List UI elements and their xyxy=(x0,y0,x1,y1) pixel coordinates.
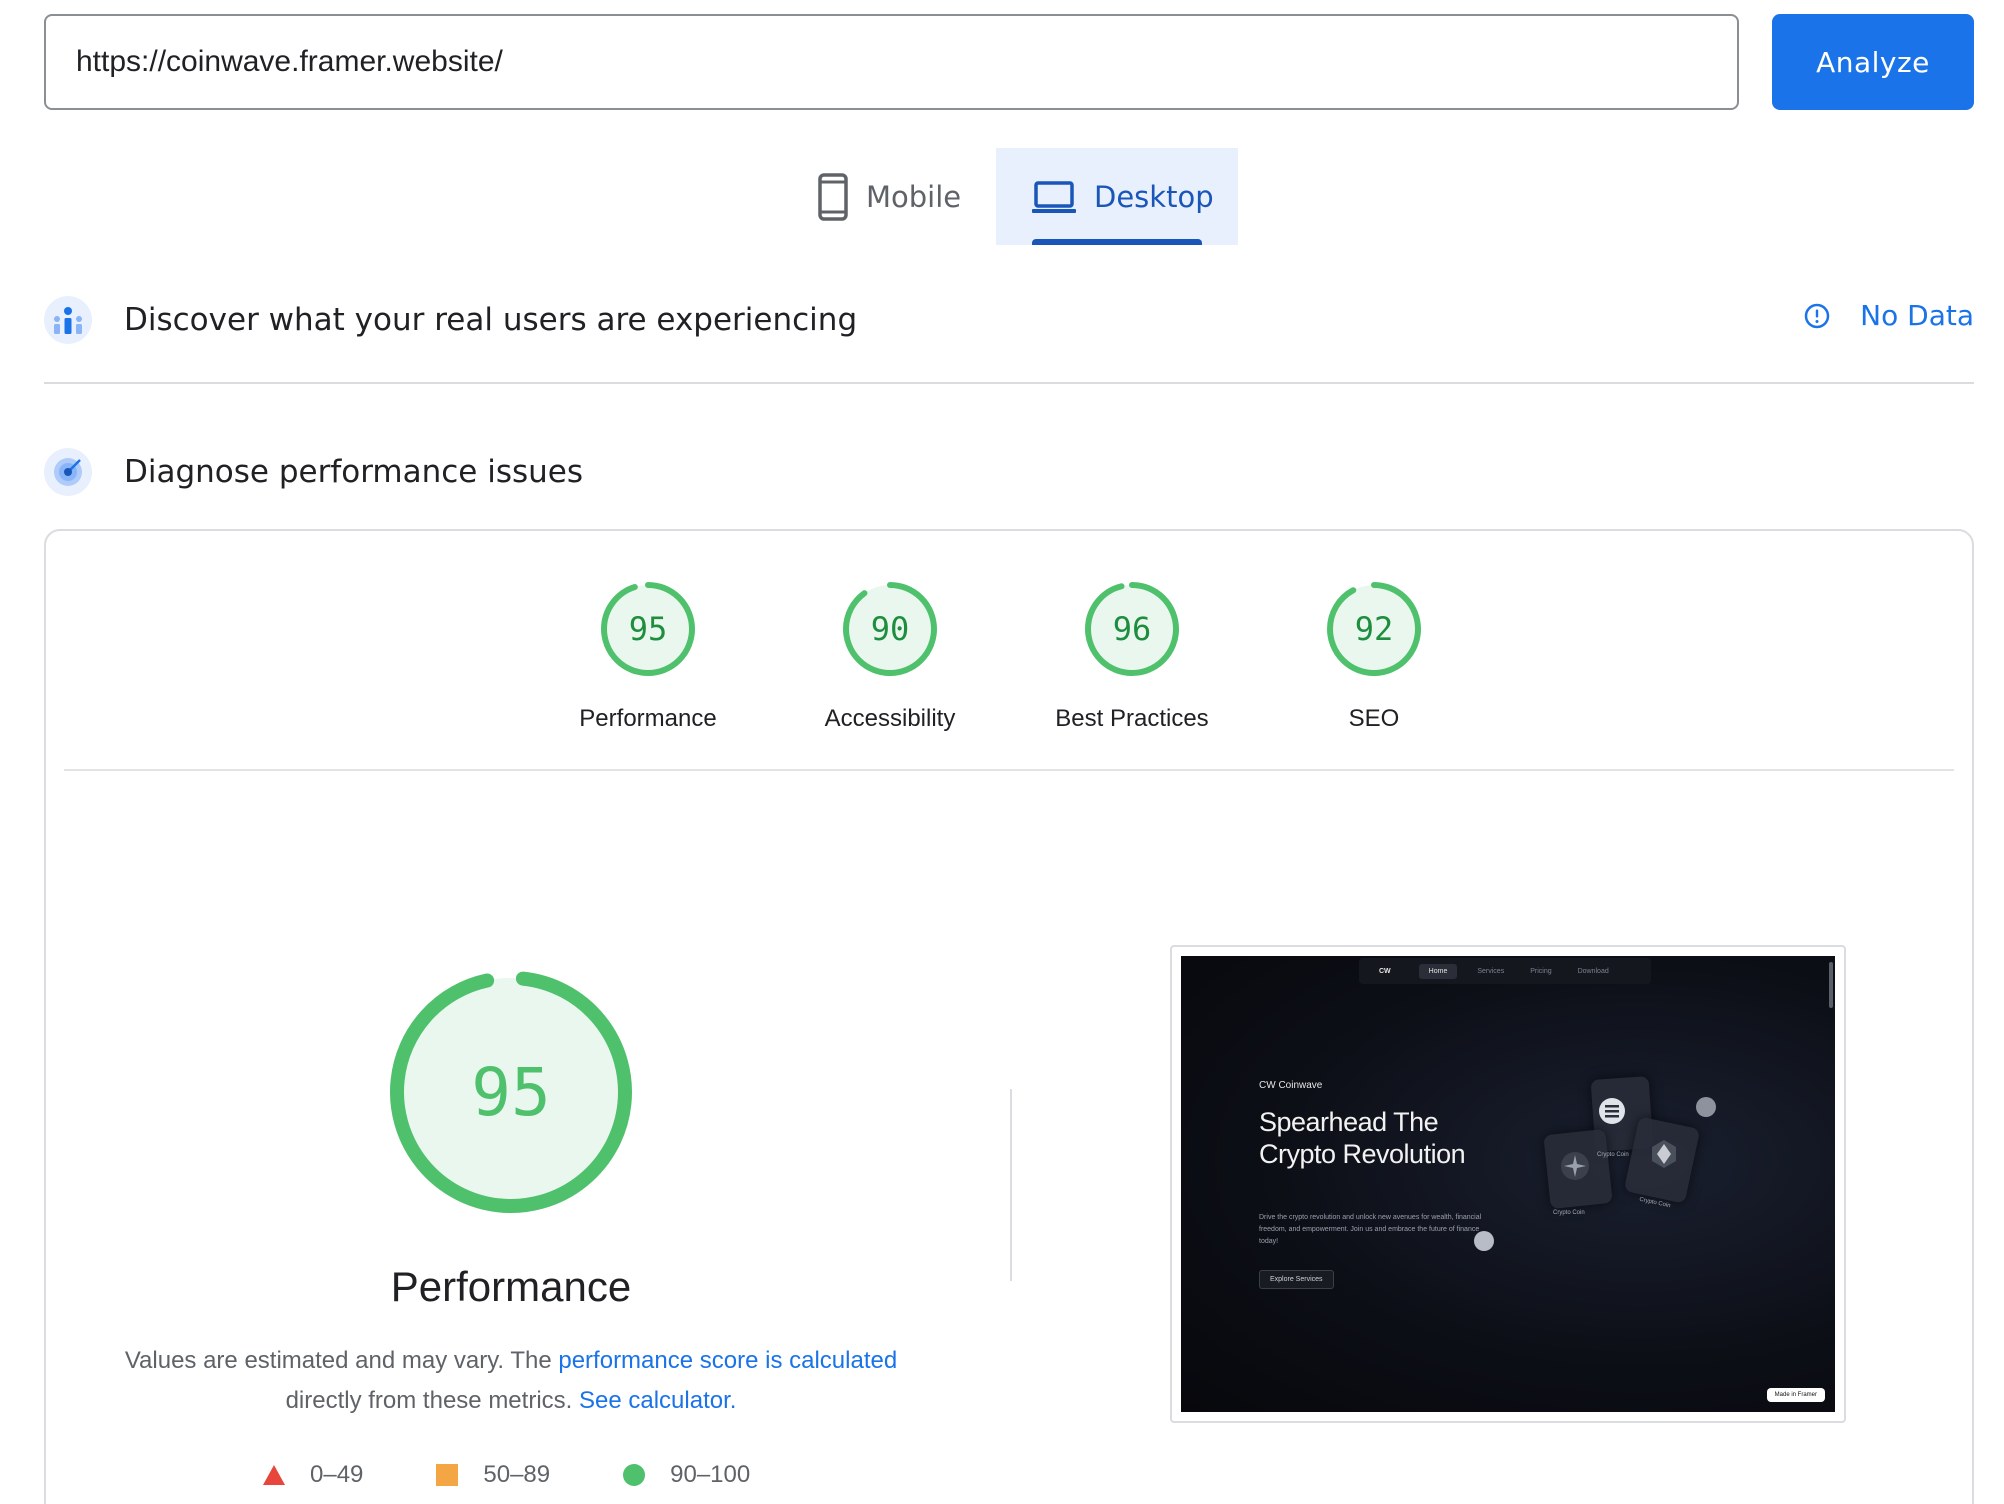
score-legend: 0–49 50–89 90–100 xyxy=(262,1461,822,1489)
gauge-ring: 95 xyxy=(601,582,695,676)
preview-nav-item: Pricing xyxy=(1530,967,1552,975)
performance-big-gauge: 95 xyxy=(386,967,686,1222)
preview-nav-item: Services xyxy=(1477,967,1505,975)
tab-desktop-label: Desktop xyxy=(1094,179,1214,214)
real-users-title: Discover what your real users are experi… xyxy=(124,302,858,338)
gauge-ring: 90 xyxy=(843,582,937,676)
coin-icon xyxy=(1696,1097,1716,1117)
preview-nav-item: Download xyxy=(1577,967,1609,975)
legend-item-fail: 0–49 xyxy=(262,1461,363,1489)
preview-coin-label: Crypto Coin xyxy=(1553,1210,1585,1216)
legend-range: 50–89 xyxy=(483,1461,551,1488)
screenshot-preview: CW Home Services Pricing Download CW Coi… xyxy=(1181,956,1835,1412)
tab-mobile-label: Mobile xyxy=(866,179,962,214)
coin-icon xyxy=(1474,1231,1494,1251)
coin-icon xyxy=(1599,1098,1625,1124)
smartphone-icon xyxy=(818,172,848,221)
speedometer-icon xyxy=(44,448,92,496)
gauge-label: Performance xyxy=(579,705,717,732)
score-calculated-link[interactable]: performance score is calculated xyxy=(558,1347,897,1374)
preview-coin-label: Crypto Coin xyxy=(1597,1152,1629,1158)
preview-nav-item: Home xyxy=(1418,963,1458,979)
legend-item-pass: 90–100 xyxy=(622,1461,750,1489)
card-divider xyxy=(64,769,1954,771)
preview-nav-logo: CW xyxy=(1379,967,1391,975)
preview-button: Explore Services xyxy=(1259,1270,1334,1289)
preview-framer-badge: Made in Framer xyxy=(1766,1388,1825,1402)
legend-range: 90–100 xyxy=(670,1461,751,1488)
score-gauge-best-practices[interactable]: 96 Best Practices xyxy=(1032,579,1232,733)
preview-scrollbar xyxy=(1829,962,1833,1008)
diagnose-title: Diagnose performance issues xyxy=(124,454,584,490)
gauge-value: 92 xyxy=(1355,610,1394,648)
no-data-status[interactable]: No Data xyxy=(1804,299,1974,332)
big-gauge-ring: 95 xyxy=(390,971,632,1213)
laptop-icon xyxy=(1032,180,1076,213)
triangle-icon xyxy=(263,1465,285,1485)
note-text: directly from these metrics. xyxy=(285,1387,579,1414)
page-screenshot[interactable]: CW Home Services Pricing Download CW Coi… xyxy=(1170,945,1846,1423)
gauge-value: 96 xyxy=(1113,610,1152,648)
tab-active-indicator xyxy=(1032,239,1202,245)
score-gauge-accessibility[interactable]: 90 Accessibility xyxy=(790,579,990,733)
coin-icon xyxy=(1561,1152,1589,1180)
big-gauge-value: 95 xyxy=(471,1054,550,1131)
circle-icon xyxy=(623,1464,646,1486)
coin-icon xyxy=(1652,1140,1676,1168)
section-divider xyxy=(44,382,1974,384)
preview-headline: Spearhead The Crypto Revolution xyxy=(1259,1107,1466,1169)
note-text: Values are estimated and may vary. The xyxy=(124,1347,559,1374)
preview-brand: CW Coinwave xyxy=(1259,1080,1323,1091)
url-input[interactable] xyxy=(44,14,1739,110)
tab-desktop[interactable]: Desktop xyxy=(996,148,1238,245)
preview-body: Drive the crypto revolution and unlock n… xyxy=(1259,1214,1482,1245)
gauge-ring: 92 xyxy=(1327,582,1421,676)
tab-mobile[interactable]: Mobile xyxy=(796,148,996,245)
no-data-label: No Data xyxy=(1860,299,1974,332)
info-icon xyxy=(1804,303,1830,328)
gauge-value: 95 xyxy=(629,610,668,648)
users-chart-icon xyxy=(44,296,92,344)
gauge-label: Accessibility xyxy=(824,705,956,732)
performance-note: Values are estimated and may vary. The p… xyxy=(106,1341,916,1421)
legend-item-average: 50–89 xyxy=(435,1461,550,1489)
gauge-ring: 96 xyxy=(1085,582,1179,676)
score-gauge-performance[interactable]: 95 Performance xyxy=(548,579,748,733)
gauge-label: SEO xyxy=(1348,705,1400,732)
real-users-heading: Discover what your real users are experi… xyxy=(44,296,857,344)
analyze-button[interactable]: Analyze xyxy=(1772,14,1974,110)
vertical-divider xyxy=(1010,1089,1012,1281)
score-gauge-seo[interactable]: 92 SEO xyxy=(1274,579,1474,733)
report-card: 95 Performance 90 Accessibility 96 Best … xyxy=(44,529,1974,1504)
diagnose-heading: Diagnose performance issues xyxy=(44,448,583,496)
gauge-value: 90 xyxy=(871,610,910,648)
spacer xyxy=(1599,1100,1600,1101)
gauge-label: Best Practices xyxy=(1055,705,1209,732)
performance-title: Performance xyxy=(390,1263,632,1310)
legend-range: 0–49 xyxy=(310,1461,364,1488)
preview-nav: CW Home Services Pricing Download xyxy=(1359,958,1651,984)
see-calculator-link[interactable]: See calculator. xyxy=(579,1387,736,1414)
square-icon xyxy=(436,1464,459,1486)
